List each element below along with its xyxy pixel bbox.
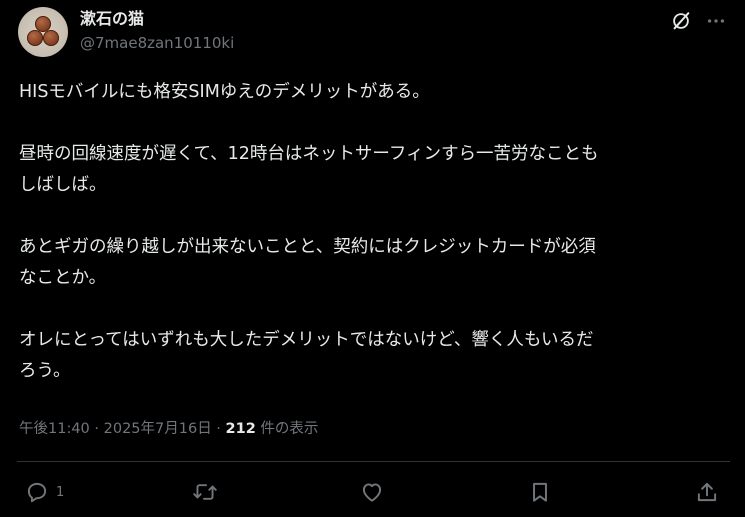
bookmark-button[interactable] bbox=[527, 478, 553, 506]
tweet-line: オレにとってはいずれも大したデメリットではないけど、響く人もいるだ bbox=[19, 330, 594, 350]
retweet-button[interactable] bbox=[191, 478, 225, 506]
tweet-line: 昼時の回線速度が遅くて、12時台はネットサーフィンすら一苦労なことも bbox=[19, 144, 599, 164]
user-handle[interactable]: @7mae8zan10110ki bbox=[80, 33, 234, 53]
divider bbox=[17, 461, 730, 462]
post-time-link[interactable]: 午後11:40 bbox=[19, 421, 90, 437]
retweet-icon bbox=[193, 484, 217, 500]
coin-icon bbox=[43, 30, 59, 46]
meta-separator: · bbox=[89, 421, 104, 437]
views-label: 件の表示 bbox=[255, 421, 319, 437]
tweet-card: 漱石の猫 @7mae8zan10110ki HISモバイルにも格安SIMゆえのデ… bbox=[0, 0, 745, 517]
reply-icon bbox=[27, 482, 47, 503]
more-options-button[interactable] bbox=[703, 8, 729, 34]
tweet-text: HISモバイルにも格安SIMゆえのデメリットがある。 昼時の回線速度が遅くて、1… bbox=[19, 77, 729, 387]
bookmark-icon bbox=[533, 482, 547, 502]
tweet-line: なことか。 bbox=[19, 268, 107, 288]
more-dots-icon bbox=[707, 19, 725, 23]
grok-icon bbox=[673, 12, 690, 30]
avatar[interactable] bbox=[18, 7, 68, 57]
meta-separator: · bbox=[211, 421, 226, 437]
coin-icon bbox=[27, 30, 43, 46]
share-icon bbox=[697, 482, 717, 502]
tweet-meta: 午後11:40 · 2025年7月16日 · 212 件の表示 bbox=[19, 419, 318, 439]
grok-button[interactable] bbox=[668, 8, 694, 34]
reply-count: 1 bbox=[56, 484, 65, 500]
like-button[interactable] bbox=[358, 478, 392, 506]
share-button[interactable] bbox=[694, 478, 720, 506]
reply-button[interactable]: 1 bbox=[24, 478, 64, 506]
tweet-line: ろう。 bbox=[19, 361, 71, 381]
tweet-line: HISモバイルにも格安SIMゆえのデメリットがある。 bbox=[19, 82, 430, 102]
like-icon bbox=[362, 483, 382, 502]
display-name[interactable]: 漱石の猫 bbox=[80, 8, 144, 30]
tweet-line: あとギガの繰り越しが出来ないことと、契約にはクレジットカードが必須 bbox=[19, 237, 596, 257]
post-date-link[interactable]: 2025年7月16日 bbox=[104, 421, 212, 437]
tweet-line: しばしば。 bbox=[19, 175, 107, 195]
views-count[interactable]: 212 bbox=[226, 421, 256, 437]
